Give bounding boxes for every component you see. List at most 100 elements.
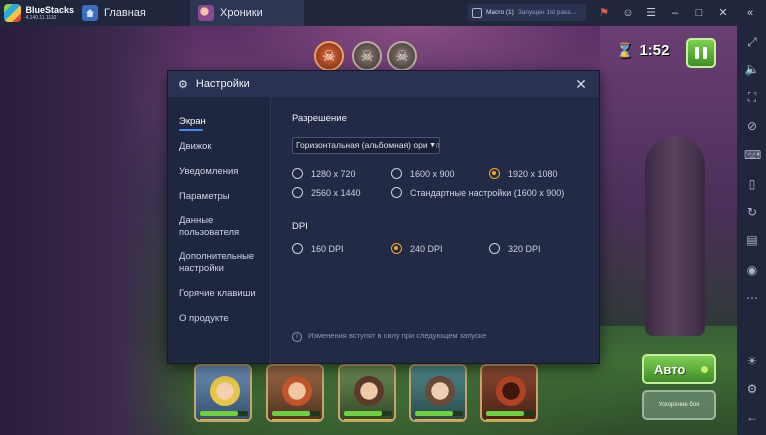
radio-240dpi[interactable]: 240 DPI — [391, 243, 443, 254]
radio-circle — [489, 243, 500, 254]
app-name: BlueStacks — [25, 4, 74, 15]
nav-item-screen[interactable]: Экран — [179, 116, 206, 131]
radio-label: Стандартные настройки (1600 x 900) — [410, 187, 565, 198]
screenshot-icon[interactable]: ⛶ — [744, 89, 760, 105]
media-icon[interactable]: ▤ — [744, 232, 760, 248]
restart-note: i Изменения вступят в силу при следующем… — [292, 330, 492, 342]
radio-circle — [391, 168, 402, 179]
tab-home[interactable]: Главная — [74, 0, 186, 26]
rotate-icon[interactable]: ↻ — [744, 204, 760, 220]
game-icon — [198, 5, 214, 21]
keyboard-icon[interactable]: ⌨ — [744, 147, 761, 163]
speed-button[interactable]: Ускорение боя — [642, 390, 716, 420]
gear-icon: ⚙ — [178, 78, 188, 91]
radio-label: 1920 x 1080 — [508, 168, 558, 179]
hero-card[interactable] — [409, 364, 467, 422]
radio-1280x720[interactable]: 1280 x 720 — [292, 168, 356, 179]
macro-running-text: Запущен 1st pass... — [517, 9, 577, 16]
hero-card[interactable] — [194, 364, 252, 422]
bluestacks-logo-icon — [4, 4, 22, 22]
dpi-heading: DPI — [292, 221, 308, 232]
nav-item-engine[interactable]: Движок — [179, 141, 212, 153]
expand-icon[interactable]: ⤢ — [744, 34, 760, 50]
dropdown-arrow-icon: ▼ — [427, 138, 436, 153]
battle-timer-value: 1:52 — [639, 42, 670, 59]
account-icon[interactable]: ☺ — [621, 6, 635, 20]
restart-note-text: Изменения вступят в силу при следующем з… — [308, 331, 487, 340]
nav-item-hotkeys[interactable]: Горячие клавиши — [179, 288, 256, 300]
hero-card[interactable] — [338, 364, 396, 422]
radio-circle — [391, 243, 402, 254]
more-icon[interactable]: ⋯ — [744, 290, 760, 306]
macro-name: Macro (1) — [486, 9, 514, 16]
radio-circle — [292, 187, 303, 198]
hourglass-icon: ⌛ — [616, 42, 634, 58]
app-version: 4.140.11.1110 — [25, 14, 57, 21]
radio-label: 1600 x 900 — [410, 168, 455, 179]
radio-1920x1080[interactable]: 1920 x 1080 — [489, 168, 558, 179]
close-window-icon[interactable]: ✕ — [716, 6, 730, 20]
eraser-icon[interactable]: ⊘ — [744, 118, 760, 134]
tab-game-label: Хроники — [220, 7, 263, 19]
phone-icon[interactable]: ▯ — [744, 176, 760, 192]
orientation-select-value: Горизонтальная (альбомная) ориентация — [296, 140, 439, 150]
radio-label: 2560 x 1440 — [311, 187, 361, 198]
enemy-wave-skull-icon: ☠ — [314, 41, 344, 71]
hero-card[interactable] — [266, 364, 324, 422]
bluestacks-logo: BlueStacks 4.140.11.1110 — [0, 0, 74, 26]
radio-circle — [292, 168, 303, 179]
radio-label: 160 DPI — [311, 243, 344, 254]
speed-label: Ускорение боя — [658, 401, 700, 408]
nav-item-user-data[interactable]: Данные пользователя — [179, 215, 249, 239]
nav-item-advanced[interactable]: Дополнительные настройки — [179, 251, 259, 275]
settings-dialog: ⚙ Настройки ✕ Экран Движок Уведомления П… — [168, 71, 599, 363]
home-icon — [82, 5, 98, 21]
close-icon[interactable]: ✕ — [573, 76, 589, 92]
radio-label: 320 DPI — [508, 243, 541, 254]
radio-circle — [292, 243, 303, 254]
radio-160dpi[interactable]: 160 DPI — [292, 243, 344, 254]
maximize-icon[interactable]: □ — [692, 6, 706, 20]
auto-battle-label: Авто — [654, 361, 686, 377]
enemy-wave-skull-icon: ☠ — [387, 41, 417, 71]
radio-circle — [391, 187, 402, 198]
settings-icon[interactable]: ⚙ — [744, 381, 760, 397]
tab-game[interactable]: Хроники — [190, 0, 304, 26]
radio-label: 1280 x 720 — [311, 168, 356, 179]
radio-2560x1440[interactable]: 2560 x 1440 — [292, 187, 361, 198]
pause-button[interactable] — [686, 38, 716, 68]
nav-item-notifications[interactable]: Уведомления — [179, 166, 238, 178]
dialog-header: ⚙ Настройки ✕ — [168, 71, 599, 97]
notification-bell-icon[interactable]: ⚑ — [597, 6, 611, 20]
volume-icon[interactable]: 🔈 — [744, 61, 760, 77]
enemy-wave-skull-icon: ☠ — [352, 41, 382, 71]
light-icon[interactable]: ☀ — [744, 353, 760, 369]
nav-item-parameters[interactable]: Параметры — [179, 191, 230, 203]
radio-label: 240 DPI — [410, 243, 443, 254]
auto-battle-button[interactable]: Авто — [642, 354, 716, 384]
settings-content: Разрешение Горизонтальная (альбомная) ор… — [272, 97, 599, 363]
nav-item-about[interactable]: О продукте — [179, 313, 229, 325]
radio-default-resolution[interactable]: Стандартные настройки (1600 x 900) — [391, 187, 564, 198]
orientation-select[interactable]: Горизонтальная (альбомная) ориентация ▼ — [292, 137, 440, 154]
tab-home-label: Главная — [104, 7, 146, 19]
minimize-icon[interactable]: – — [668, 6, 682, 20]
auto-indicator — [701, 366, 708, 373]
macro-icon — [472, 7, 482, 18]
back-icon[interactable]: ← — [744, 409, 760, 425]
radio-1600x900[interactable]: 1600 x 900 — [391, 168, 455, 179]
settings-nav: Экран Движок Уведомления Параметры Данны… — [168, 97, 271, 363]
camera-icon[interactable]: ◉ — [744, 262, 760, 278]
title-bar: BlueStacks 4.140.11.1110 Главная Хроники… — [0, 0, 766, 26]
dialog-title: Настройки — [195, 78, 250, 90]
right-toolbar: ⤢ 🔈 ⛶ ⊘ ⌨ ▯ ↻ ▤ ◉ ⋯ ☀ ⚙ ← — [737, 26, 766, 435]
battle-timer: ⌛ 1:52 — [616, 42, 669, 59]
macro-status[interactable]: Macro (1) Запущен 1st pass... — [468, 4, 586, 21]
menu-icon[interactable]: ☰ — [644, 6, 658, 20]
resolution-heading: Разрешение — [292, 113, 347, 124]
back-arrows-icon[interactable]: « — [743, 6, 757, 20]
radio-circle — [489, 168, 500, 179]
info-icon: i — [292, 332, 302, 342]
hero-card[interactable] — [480, 364, 538, 422]
radio-320dpi[interactable]: 320 DPI — [489, 243, 541, 254]
